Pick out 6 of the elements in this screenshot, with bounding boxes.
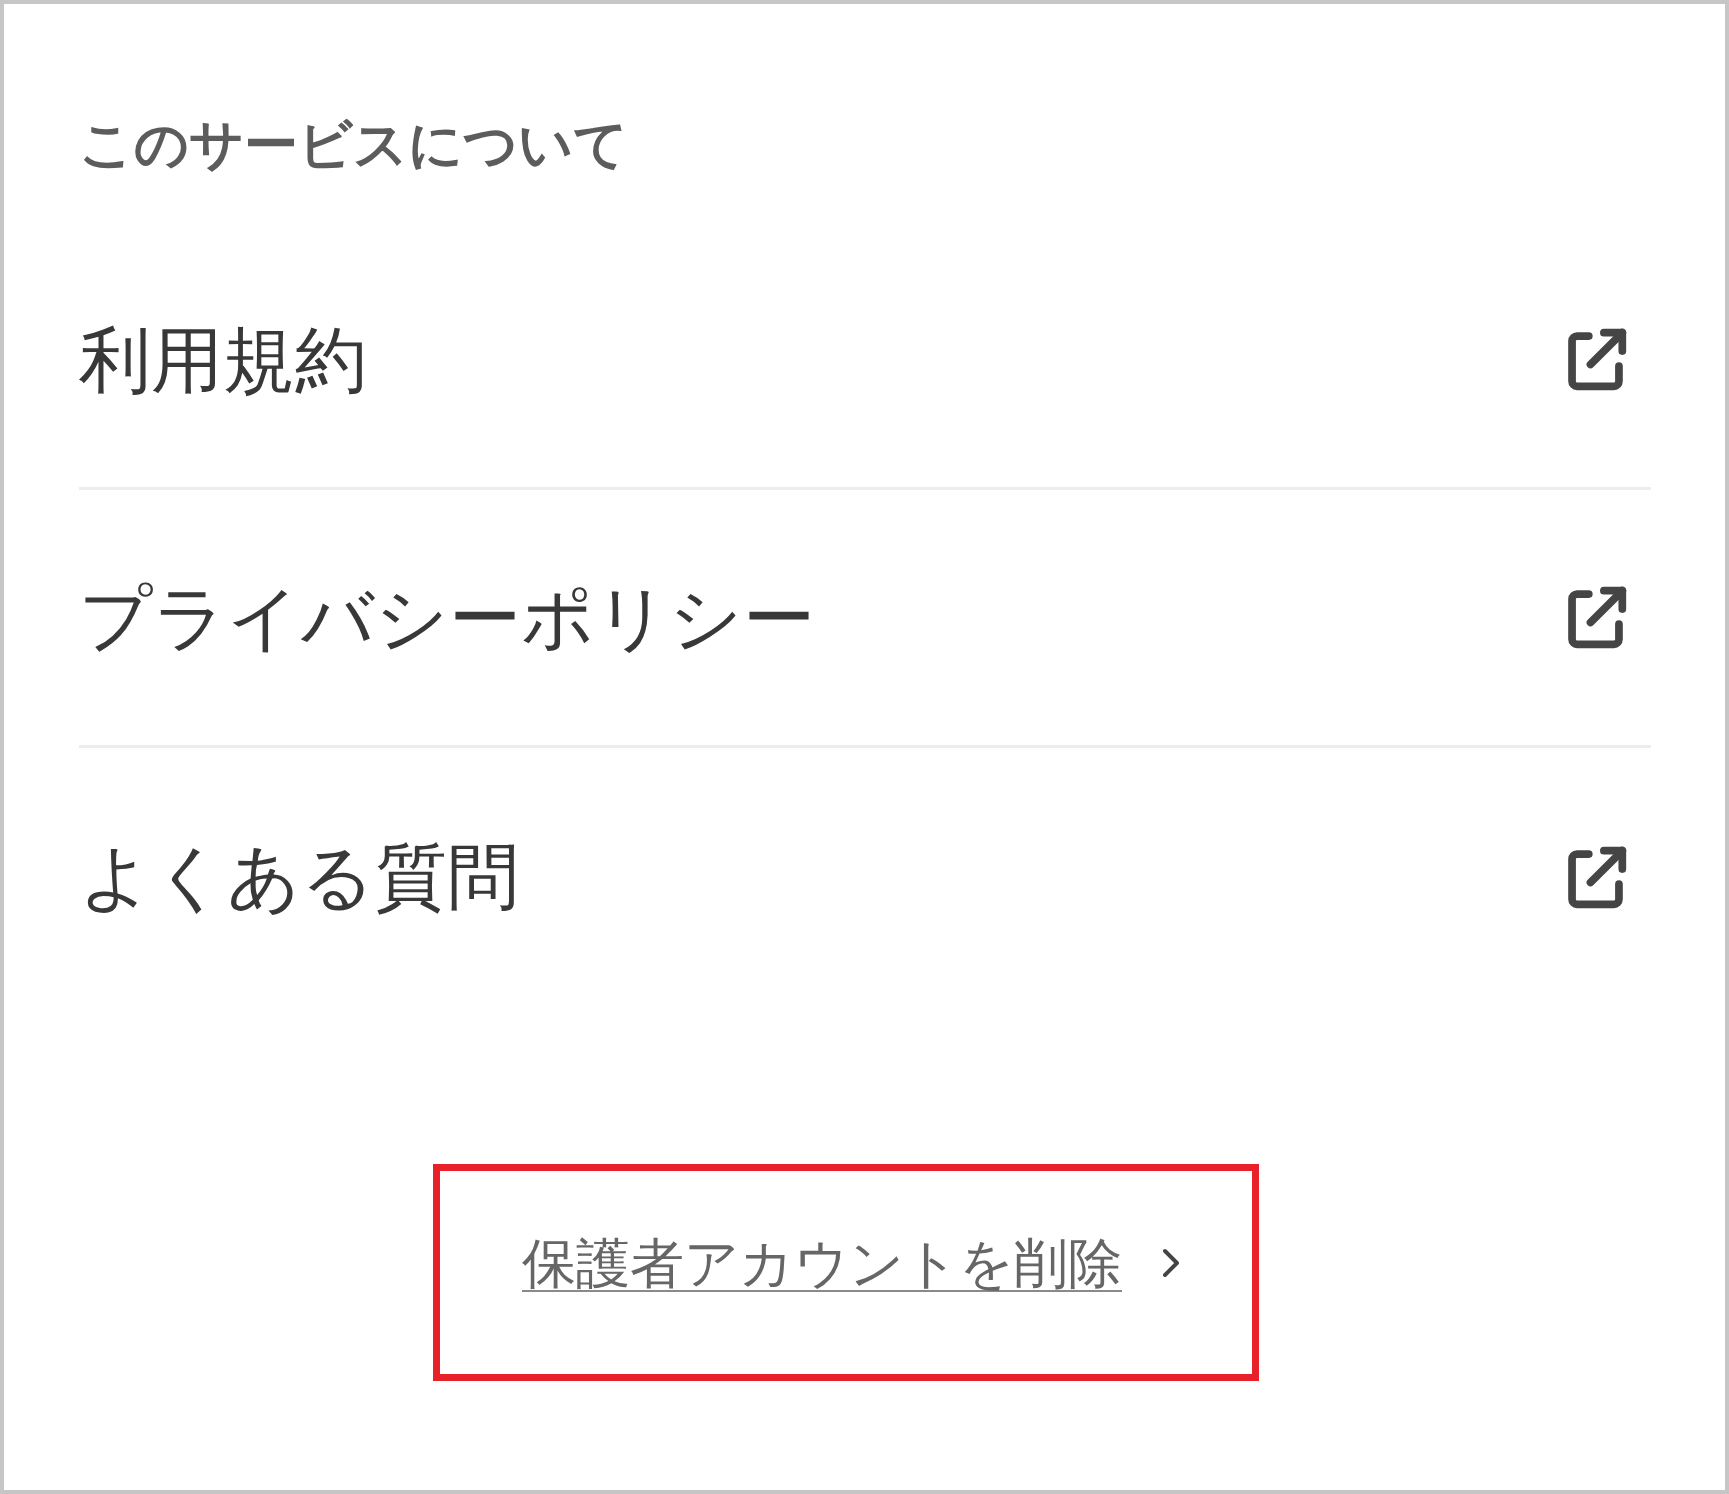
chevron-right-icon [1162, 1248, 1180, 1279]
section-title: このサービスについて [79, 117, 628, 171]
delete-account-link[interactable]: 保護者アカウントを削除 [522, 1231, 1180, 1296]
menu-link[interactable]: よくある質問 [79, 748, 1651, 1006]
menu-link[interactable]: 利用規約 [79, 232, 1651, 490]
menu-link[interactable]: プライバシーポリシー [79, 490, 1651, 748]
